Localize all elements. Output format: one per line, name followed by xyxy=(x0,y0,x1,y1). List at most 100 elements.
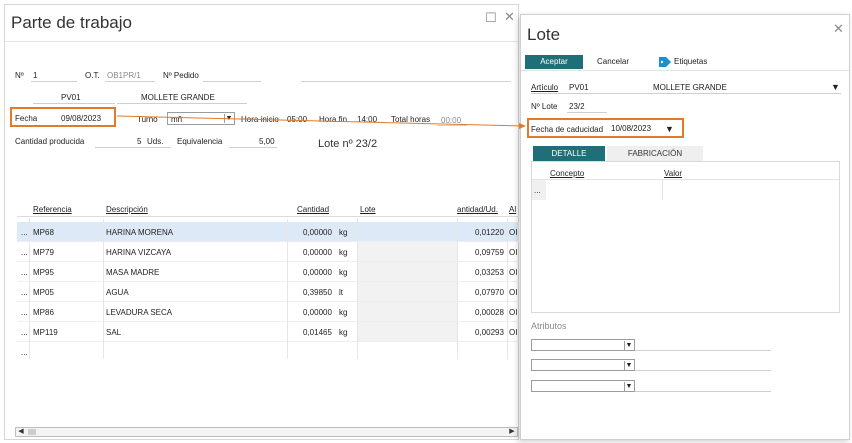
cell-descripcion: HARINA VIZCAYA xyxy=(106,248,172,257)
row-marker: ... xyxy=(21,308,28,317)
attribute-row[interactable]: ▼ xyxy=(531,380,771,393)
chevron-down-icon[interactable]: ▼ xyxy=(624,361,633,370)
cell-descripcion: LEVADURA SECA xyxy=(106,308,173,317)
attribute-select[interactable]: ▼ xyxy=(531,380,635,392)
cell-unit: lt xyxy=(339,288,343,297)
turno-value: mñ xyxy=(171,115,183,124)
chevron-down-icon[interactable]: ▼ xyxy=(624,382,633,391)
caducidad-value[interactable]: 10/08/2023 xyxy=(611,124,651,133)
cell-cantidad-ud: 0,07970 xyxy=(475,288,504,297)
col-header-almacen[interactable]: Al xyxy=(509,205,516,214)
cell-almacen: OI xyxy=(509,328,518,337)
chevron-down-icon[interactable]: ▼ xyxy=(624,341,633,350)
lote-cell xyxy=(357,262,457,281)
lote-cell xyxy=(357,282,457,301)
new-row[interactable]: ... xyxy=(17,342,519,362)
detalle-panel: Concepto Valor ... xyxy=(531,161,840,313)
extra-field-line xyxy=(301,81,511,82)
chevron-down-icon[interactable]: ▼ xyxy=(665,124,674,134)
cell-cantidad: 0,39850 xyxy=(303,288,332,297)
title-divider xyxy=(5,41,518,42)
table-row[interactable]: ... MP119 SAL 0,01465 kg 0,00293 OI xyxy=(17,322,519,342)
lote-cell xyxy=(357,302,457,321)
attribute-row[interactable]: ▼ xyxy=(531,359,771,372)
scroll-right-icon[interactable]: ▶ xyxy=(507,428,517,436)
ot-underline xyxy=(105,81,155,82)
turno-label: Turno xyxy=(137,115,158,124)
hora-fin-value[interactable]: 14:00 xyxy=(357,115,377,124)
aceptar-button[interactable]: Aceptar xyxy=(525,55,583,69)
cell-cantidad: 0,01465 xyxy=(303,328,332,337)
hora-inicio-value[interactable]: 05:00 xyxy=(287,115,307,124)
articulo-label[interactable]: Artículo xyxy=(531,83,558,92)
horizontal-scrollbar[interactable]: ◀ ▶ xyxy=(15,427,518,437)
attribute-value-line[interactable] xyxy=(635,370,771,371)
col-header-descripcion[interactable]: Descripción xyxy=(106,205,148,214)
articulo-name-underline xyxy=(117,103,247,104)
col-divider xyxy=(29,219,30,359)
tab-detalle[interactable]: DETALLE xyxy=(533,146,605,161)
lote-cell xyxy=(357,222,457,241)
cell-unit: kg xyxy=(339,228,348,237)
hora-inicio-label: Hora inicio xyxy=(241,115,279,124)
scrollbar-thumb[interactable] xyxy=(28,429,36,435)
cell-almacen: OI xyxy=(509,288,518,297)
valor-header[interactable]: Valor xyxy=(664,169,682,178)
close-icon[interactable]: ✕ xyxy=(833,22,844,35)
equivalencia-underline xyxy=(229,147,277,148)
table-row[interactable]: ... MP05 AGUA 0,39850 lt 0,07970 OI xyxy=(17,282,519,302)
attribute-value-line[interactable] xyxy=(635,350,771,351)
row-marker: ... xyxy=(21,268,28,277)
cell-almacen: OI xyxy=(509,228,518,237)
tab-fabricacion[interactable]: FABRICACIÓN xyxy=(607,146,703,161)
row-selector[interactable]: ... xyxy=(532,180,546,200)
cell-almacen: OI xyxy=(509,308,518,317)
cell-descripcion: HARINA MORENA xyxy=(106,228,174,237)
cantidad-label: Cantidad producida xyxy=(15,137,85,146)
cell-referencia: MP95 xyxy=(33,268,54,277)
concepto-header[interactable]: Concepto xyxy=(550,169,584,178)
col-divider xyxy=(287,219,288,359)
caducidad-label: Fecha de caducidad xyxy=(531,125,604,134)
no-label: Nº xyxy=(15,71,24,80)
row-marker: ... xyxy=(21,348,28,357)
atributos-label: Atributos xyxy=(531,321,567,331)
no-value[interactable]: 1 xyxy=(33,71,37,80)
attribute-value-line[interactable] xyxy=(635,391,771,392)
table-row[interactable]: ... MP79 HARINA VIZCAYA 0,00000 kg 0,097… xyxy=(17,242,519,262)
table-row[interactable]: ... MP86 LEVADURA SECA 0,00000 kg 0,0002… xyxy=(17,302,519,322)
cell-cantidad-ud: 0,00293 xyxy=(475,328,504,337)
ot-value[interactable]: OB1PR/1 xyxy=(107,71,141,80)
scroll-left-icon[interactable]: ◀ xyxy=(16,428,26,436)
attribute-row[interactable]: ▼ xyxy=(531,339,771,352)
fecha-value[interactable]: 09/08/2023 xyxy=(61,114,101,123)
lote-number-text: Lote nº 23/2 xyxy=(318,138,378,150)
turno-select[interactable]: mñ ▼ xyxy=(167,112,235,125)
col-header-lote[interactable]: Lote xyxy=(360,205,376,214)
col-divider xyxy=(662,180,663,200)
equivalencia-value[interactable]: 5,00 xyxy=(259,137,275,146)
pedido-field[interactable] xyxy=(203,81,261,82)
chevron-down-icon[interactable]: ▼ xyxy=(224,114,233,123)
nlote-value[interactable]: 23/2 xyxy=(569,102,585,111)
attribute-select[interactable]: ▼ xyxy=(531,339,635,351)
cell-descripcion: MASA MADRE xyxy=(106,268,160,277)
grid-header-divider xyxy=(17,216,519,217)
col-header-cantidad[interactable]: Cantidad xyxy=(297,205,329,214)
parte-de-trabajo-window: Parte de trabajo ☐ ✕ Nº 1 O.T. OB1PR/1 N… xyxy=(4,4,519,440)
close-icon[interactable]: ✕ xyxy=(504,10,515,23)
chevron-down-icon[interactable]: ▼ xyxy=(831,82,840,92)
attribute-select[interactable]: ▼ xyxy=(531,359,635,371)
table-row[interactable]: ... MP68 HARINA MORENA 0,00000 kg 0,0122… xyxy=(17,222,519,242)
table-row[interactable]: ... MP95 MASA MADRE 0,00000 kg 0,03253 O… xyxy=(17,262,519,282)
cancelar-button[interactable]: Cancelar xyxy=(597,55,629,69)
col-header-referencia[interactable]: Referencia xyxy=(33,205,72,214)
articulo-underline xyxy=(531,93,841,94)
articulo-code[interactable]: PV01 xyxy=(61,93,81,102)
cantidad-value[interactable]: 5 xyxy=(137,137,141,146)
maximize-icon[interactable]: ☐ xyxy=(485,11,497,24)
col-header-cantidad-ud[interactable]: antidad/Ud. xyxy=(457,205,498,214)
articulo-code[interactable]: PV01 xyxy=(569,83,589,92)
cell-almacen: OI xyxy=(509,248,518,257)
total-horas-label: Total horas xyxy=(391,115,431,124)
